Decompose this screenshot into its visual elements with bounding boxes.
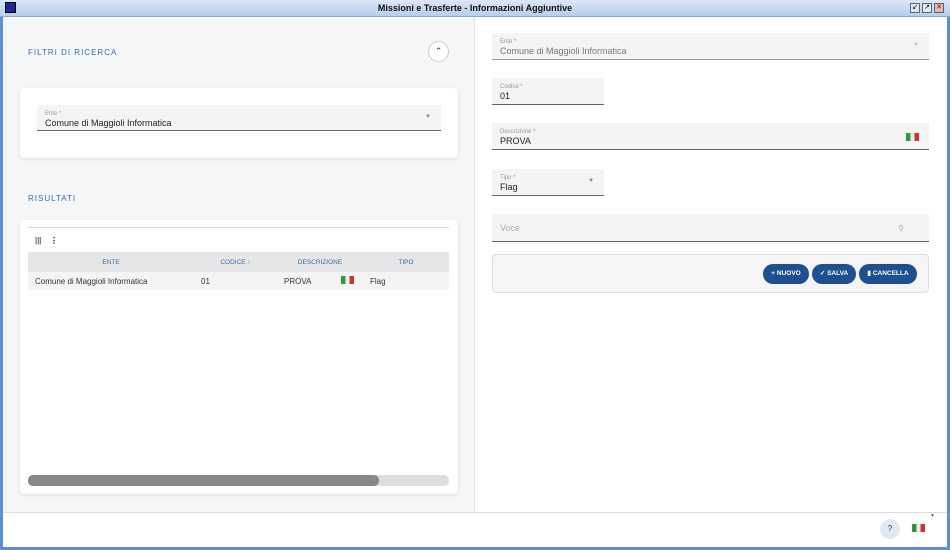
close-icon[interactable]: ✕ bbox=[934, 3, 944, 13]
column-codice[interactable]: CODICE ↑ bbox=[194, 252, 277, 272]
cell-ente: Comune di Maggioli Informatica bbox=[28, 272, 194, 290]
language-flag-icon[interactable] bbox=[912, 524, 925, 532]
detail-panel: Ente * Comune di Maggioli Informatica ▼ … bbox=[476, 17, 947, 512]
dropdown-arrow-icon: ▼ bbox=[425, 114, 431, 120]
cell-tipo: Flag bbox=[363, 272, 449, 290]
descrizione-field[interactable]: Descrizione * PROVA bbox=[492, 123, 929, 150]
search-icon[interactable]: ⚲ bbox=[898, 224, 904, 233]
tipo-select[interactable]: Tipo * Flag ▼ bbox=[492, 169, 604, 196]
field-value: 01 bbox=[500, 91, 511, 101]
cell-descrizione: PROVA bbox=[277, 272, 363, 290]
voce-field[interactable]: Voce ⚲ bbox=[492, 214, 929, 242]
minimize-icon[interactable]: ↙ bbox=[910, 3, 920, 13]
actions-bar: + NUOVO ✓ SALVA ▮ CANCELLA bbox=[492, 254, 929, 293]
sort-asc-icon: ↑ bbox=[247, 258, 251, 266]
collapse-filters-button[interactable]: ⌃ bbox=[428, 41, 449, 62]
button-label: NUOVO bbox=[776, 270, 801, 277]
help-icon: ? bbox=[887, 524, 893, 533]
field-label: Codice * bbox=[500, 84, 523, 90]
salva-button[interactable]: ✓ SALVA bbox=[812, 264, 856, 284]
title-bar: Missioni e Trasferte - Informazioni Aggi… bbox=[0, 0, 950, 17]
field-value: Flag bbox=[500, 182, 518, 192]
horizontal-scrollbar[interactable] bbox=[28, 475, 449, 486]
italian-flag-icon[interactable] bbox=[906, 133, 919, 141]
field-label: Ente * bbox=[45, 111, 62, 117]
trash-icon: ▮ bbox=[867, 270, 871, 277]
field-value: Comune di Maggioli Informatica bbox=[500, 46, 627, 56]
language-dropdown-arrow-icon[interactable]: ▼ bbox=[930, 513, 935, 519]
field-value: PROVA bbox=[500, 136, 531, 146]
results-card: ||| ⋮ ENTE CODICE ↑ DESCRIZIONE TIPO Com… bbox=[20, 220, 458, 494]
nuovo-button[interactable]: + NUOVO bbox=[763, 264, 809, 284]
filters-card: Ente * Comune di Maggioli Informatica ▼ bbox=[20, 88, 458, 158]
table-row[interactable]: Comune di Maggioli Informatica 01 PROVA … bbox=[28, 272, 449, 290]
cell-codice: 01 bbox=[194, 272, 277, 290]
results-table: ENTE CODICE ↑ DESCRIZIONE TIPO Comune di… bbox=[28, 252, 449, 290]
column-label: CODICE bbox=[220, 258, 246, 266]
columns-icon[interactable]: ||| bbox=[35, 236, 41, 245]
filter-ente-select[interactable]: Ente * Comune di Maggioli Informatica ▼ bbox=[37, 105, 441, 131]
help-button[interactable]: ? bbox=[880, 519, 900, 539]
table-header: ENTE CODICE ↑ DESCRIZIONE TIPO bbox=[28, 252, 449, 272]
field-label: Ente * bbox=[500, 39, 517, 45]
button-label: CANCELLA bbox=[872, 270, 909, 277]
italian-flag-icon bbox=[341, 276, 355, 284]
footer: ? ▼ bbox=[3, 512, 947, 547]
voce-placeholder: Voce bbox=[500, 223, 521, 233]
button-label: SALVA bbox=[827, 270, 849, 277]
field-label: Tipo * bbox=[500, 175, 516, 181]
field-value: Comune di Maggioli Informatica bbox=[45, 118, 172, 128]
cancella-button[interactable]: ▮ CANCELLA bbox=[859, 264, 917, 284]
column-tipo[interactable]: TIPO bbox=[363, 252, 449, 272]
ente-select[interactable]: Ente * Comune di Maggioli Informatica ▼ bbox=[492, 33, 929, 60]
search-panel: FILTRI DI RICERCA ⌃ Ente * Comune di Mag… bbox=[3, 17, 475, 512]
codice-field[interactable]: Codice * 01 bbox=[492, 78, 604, 105]
window-title: Missioni e Trasferte - Informazioni Aggi… bbox=[377, 3, 573, 13]
column-descrizione[interactable]: DESCRIZIONE bbox=[277, 252, 363, 272]
check-icon: ✓ bbox=[819, 270, 826, 277]
more-vert-icon[interactable]: ⋮ bbox=[50, 236, 58, 245]
cell-text: PROVA bbox=[284, 277, 312, 286]
results-title: RISULTATI bbox=[28, 194, 77, 203]
window-body: FILTRI DI RICERCA ⌃ Ente * Comune di Mag… bbox=[3, 17, 947, 547]
dropdown-arrow-icon: ▼ bbox=[913, 42, 919, 48]
dropdown-arrow-icon: ▼ bbox=[588, 178, 594, 184]
filters-title: FILTRI DI RICERCA bbox=[28, 48, 118, 57]
maximize-icon[interactable]: ↗ bbox=[922, 3, 932, 13]
field-label: Descrizione * bbox=[500, 129, 536, 135]
scrollbar-thumb[interactable] bbox=[28, 475, 379, 486]
column-ente[interactable]: ENTE bbox=[28, 252, 194, 272]
plus-icon: + bbox=[771, 270, 776, 277]
table-toolbar: ||| ⋮ bbox=[28, 227, 449, 253]
